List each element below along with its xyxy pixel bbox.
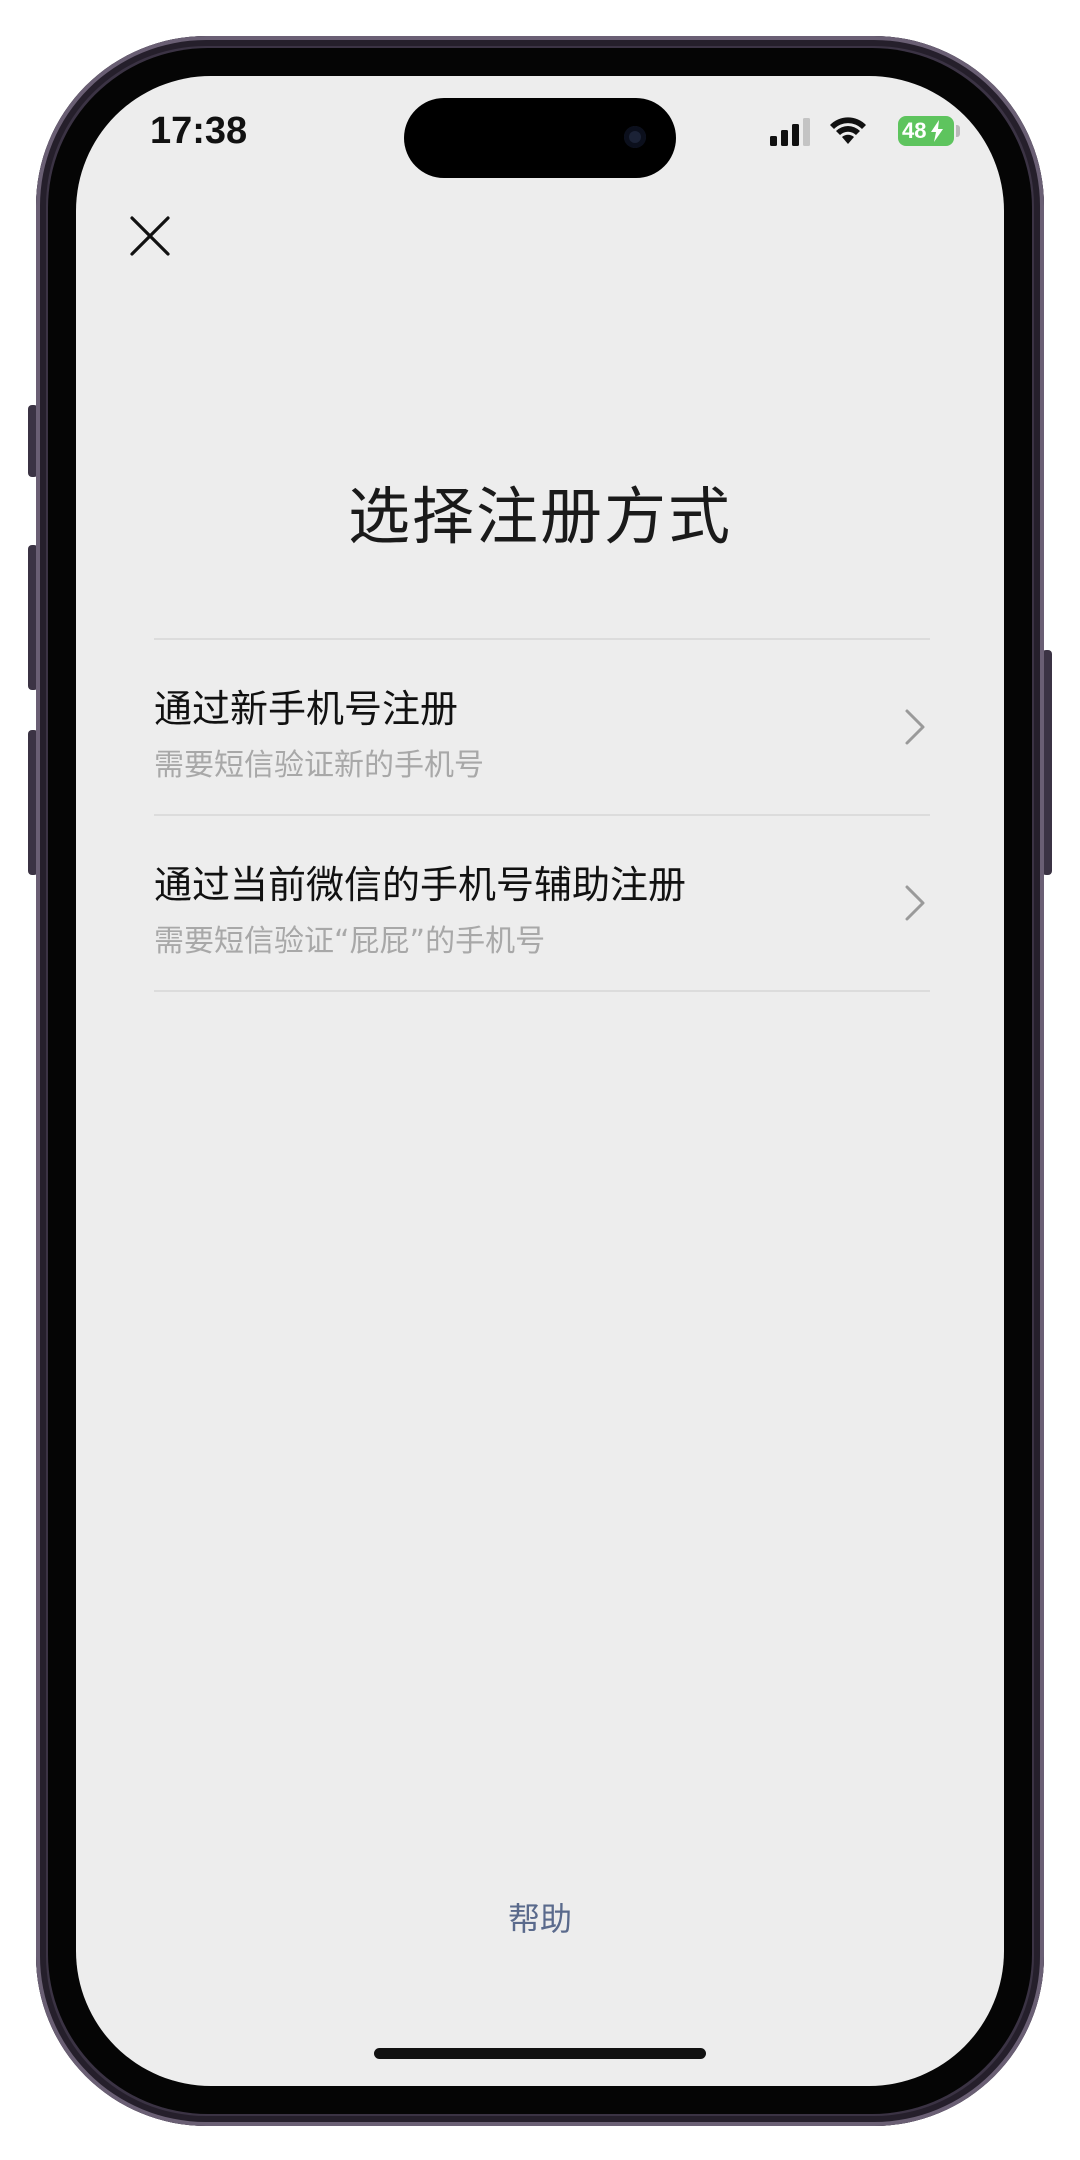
option-title: 通过当前微信的手机号辅助注册	[154, 863, 687, 907]
option-title: 通过新手机号注册	[154, 687, 459, 731]
chevron-right-icon	[905, 885, 925, 921]
option-new-phone[interactable]: 通过新手机号注册 需要短信验证新的手机号	[154, 640, 930, 814]
option-subtitle: 需要短信验证“屁屁”的手机号	[154, 924, 546, 959]
registration-options: 通过新手机号注册 需要短信验证新的手机号 通过当前微信的手机号辅助注册 需要短信…	[154, 638, 930, 992]
chevron-right-icon	[905, 709, 925, 745]
home-indicator	[374, 2048, 706, 2059]
battery-icon: 48	[898, 116, 954, 146]
close-icon[interactable]	[120, 206, 180, 266]
screen: 17:38 48 选择注册方式 通过新手机号注册 需要短信验证新的手机号 通过当…	[76, 76, 1004, 2086]
status-icons: 48	[740, 116, 960, 148]
help-link[interactable]: 帮助	[76, 1894, 1004, 1940]
option-subtitle: 需要短信验证新的手机号	[154, 748, 484, 783]
status-time: 17:38	[150, 110, 248, 152]
page-title: 选择注册方式	[347, 480, 732, 553]
wifi-icon	[830, 117, 866, 144]
option-assisted-phone[interactable]: 通过当前微信的手机号辅助注册 需要短信验证“屁屁”的手机号	[154, 816, 930, 990]
battery-cap	[956, 125, 960, 137]
camera-icon	[624, 126, 646, 148]
page: 17:38 48 选择注册方式 通过新手机号注册 需要短信验证新的手机号 通过当…	[0, 0, 1080, 2160]
divider	[154, 990, 930, 992]
battery-level: 48	[902, 118, 927, 143]
charging-bolt-icon	[931, 120, 943, 142]
signal-icon	[770, 118, 810, 146]
dynamic-island	[404, 98, 676, 178]
